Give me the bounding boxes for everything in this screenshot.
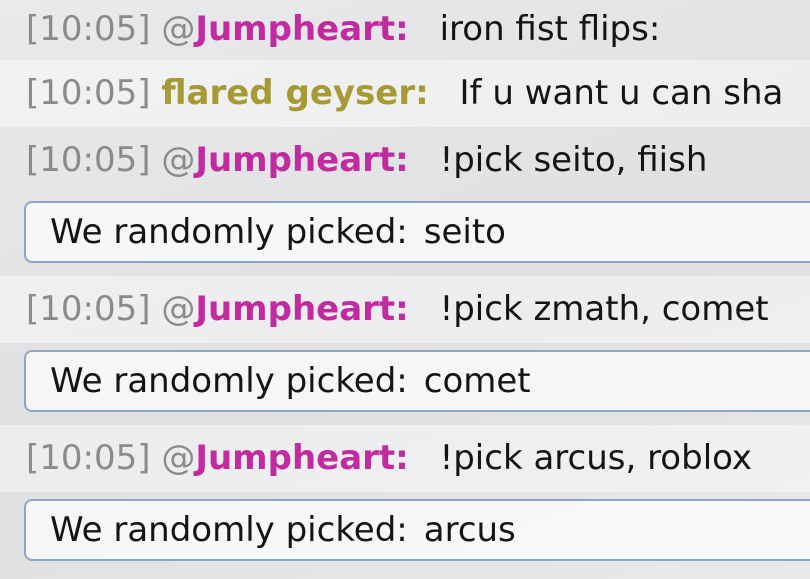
picked-value: comet <box>423 361 531 401</box>
message-timestamp: [10:05] <box>26 73 151 113</box>
chat-message: [10:05] flared geyser: If u want u can s… <box>0 60 810 127</box>
picked-value: seito <box>423 212 506 252</box>
chat-log: [10:05] @Jumpheart: iron fist flips: [10… <box>0 0 810 579</box>
bot-response: We randomly picked: arcus <box>0 492 810 574</box>
bot-response: We randomly picked: comet <box>0 343 810 425</box>
username[interactable]: Jumpheart: <box>195 289 408 329</box>
chat-message: [10:05] @Jumpheart: iron fist flips: <box>0 0 810 60</box>
mention-symbol: @ <box>161 289 196 329</box>
chat-message: [10:05] @Jumpheart: !pick seito, fiish <box>0 127 810 194</box>
chat-message: [10:05] @Jumpheart: !pick zmath, comet <box>0 276 810 343</box>
chat-message: [10:05] @Jumpheart: !pick arcus, roblox <box>0 425 810 492</box>
bot-response-box: We randomly picked: arcus <box>24 499 810 561</box>
message-text: iron fist flips: <box>439 9 661 49</box>
username[interactable]: flared geyser: <box>161 73 428 113</box>
username[interactable]: Jumpheart: <box>195 438 408 478</box>
message-timestamp: [10:05] <box>26 289 151 329</box>
message-text: !pick zmath, comet <box>439 289 769 329</box>
bot-response: We randomly picked: seito <box>0 194 810 276</box>
mention-symbol: @ <box>161 9 196 49</box>
mention-symbol: @ <box>161 438 196 478</box>
message-text: If u want u can sha <box>459 73 784 113</box>
username[interactable]: Jumpheart: <box>195 140 408 180</box>
message-text: !pick seito, fiish <box>439 140 708 180</box>
message-timestamp: [10:05] <box>26 438 151 478</box>
bot-response-prefix: We randomly picked: <box>50 212 408 252</box>
bot-response-box: We randomly picked: comet <box>24 350 810 412</box>
bot-response-prefix: We randomly picked: <box>50 361 408 401</box>
message-timestamp: [10:05] <box>26 140 151 180</box>
message-text: !pick arcus, roblox <box>439 438 753 478</box>
mention-symbol: @ <box>161 140 196 180</box>
username[interactable]: Jumpheart: <box>195 9 408 49</box>
bot-response-box: We randomly picked: seito <box>24 201 810 263</box>
bot-response-prefix: We randomly picked: <box>50 510 408 550</box>
picked-value: arcus <box>423 510 516 550</box>
message-timestamp: [10:05] <box>26 9 151 49</box>
